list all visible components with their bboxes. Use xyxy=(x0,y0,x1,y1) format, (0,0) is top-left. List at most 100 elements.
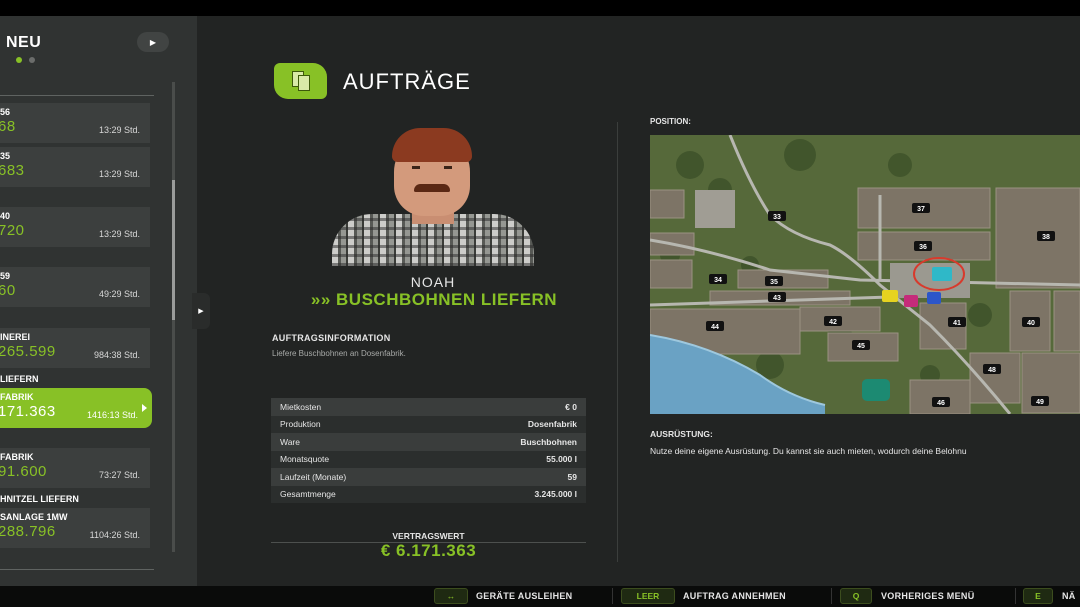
contract-list-item[interactable]: 59 60 49:29 Std. xyxy=(0,267,150,307)
play-icon: ▶ xyxy=(198,308,204,315)
key-hint-borrow[interactable]: ↔ xyxy=(434,588,468,604)
contract-list-item[interactable]: FABRIK 91.600 73:27 Std. xyxy=(0,448,150,488)
contract-item-value: 720 xyxy=(0,222,25,239)
sidebar-title: NEU xyxy=(6,34,42,51)
position-label: POSITION: xyxy=(650,117,691,126)
contract-list-item-selected[interactable]: FABRIK 171.363 1416:13 Std. xyxy=(0,388,152,428)
page-dot[interactable] xyxy=(29,57,35,63)
divider xyxy=(831,588,832,604)
field-label: 38 xyxy=(1037,231,1055,241)
divider xyxy=(612,588,613,604)
field-label: 40 xyxy=(1022,317,1040,327)
equipment-label: AUSRÜSTUNG: xyxy=(650,429,713,439)
svg-text:38: 38 xyxy=(1042,234,1050,241)
page-dot-active[interactable] xyxy=(16,57,22,63)
svg-text:49: 49 xyxy=(1036,399,1044,406)
field-label: 44 xyxy=(706,321,724,331)
list-section-heading: HNITZEL LIEFERN xyxy=(0,494,79,504)
contract-list-item[interactable]: 56 68 13:29 Std. xyxy=(0,103,150,143)
svg-text:42: 42 xyxy=(829,319,837,326)
svg-text:35: 35 xyxy=(770,279,778,286)
contract-item-label: SANLAGE 1MW xyxy=(0,512,68,522)
table-row: Mietkosten € 0 xyxy=(271,398,586,416)
key-hint-accept[interactable]: LEER xyxy=(621,588,675,604)
contracts-icon xyxy=(274,63,327,99)
contract-item-label: 40 xyxy=(0,211,11,221)
contract-item-value: 60 xyxy=(0,282,16,299)
contract-item-value: 91.600 xyxy=(0,463,47,480)
contract-item-time: 13:29 Std. xyxy=(98,125,140,135)
field-label: 43 xyxy=(768,292,786,302)
contract-list-item[interactable]: INEREI 265.599 984:38 Std. xyxy=(0,328,150,368)
contract-item-label: 35 xyxy=(0,151,11,161)
equipment-description: Nutze deine eigene Ausrüstung. Du kannst… xyxy=(650,446,967,456)
collapse-sidebar-button[interactable]: ▶ xyxy=(192,293,210,329)
contract-item-value: 683 xyxy=(0,162,25,179)
contract-item-label: INEREI xyxy=(0,332,31,342)
svg-text:37: 37 xyxy=(917,206,925,213)
contract-item-value: 288.796 xyxy=(0,523,56,540)
contract-item-label: 59 xyxy=(0,271,11,281)
svg-text:41: 41 xyxy=(953,320,961,327)
contract-title: »» BUSCHBOHNEN LIEFERN xyxy=(310,290,558,309)
svg-text:46: 46 xyxy=(937,400,945,407)
svg-text:40: 40 xyxy=(1027,320,1035,327)
field-label: 49 xyxy=(1031,396,1049,406)
contract-item-label: FABRIK xyxy=(0,392,34,402)
sidebar-scroll-thumb[interactable] xyxy=(172,180,175,320)
list-section-heading: LIEFERN xyxy=(0,374,39,384)
field-label: 46 xyxy=(932,397,950,407)
contract-list-item[interactable]: 40 720 13:29 Std. xyxy=(0,207,150,247)
key-hint-next[interactable]: E xyxy=(1023,588,1053,604)
character-name: NOAH xyxy=(410,274,456,290)
page-title: AUFTRÄGE xyxy=(343,69,471,94)
accept-contract-button[interactable]: AUFTRAG ANNEHMEN xyxy=(683,591,786,601)
field-label: 35 xyxy=(765,276,783,286)
svg-text:33: 33 xyxy=(773,214,781,221)
field-label: 48 xyxy=(983,364,1001,374)
contract-item-time: 984:38 Std. xyxy=(93,350,140,360)
contract-info-heading: AUFTRAGSINFORMATION xyxy=(272,333,391,343)
field-label: 34 xyxy=(709,274,727,284)
character-portrait xyxy=(332,128,534,266)
field-label: 36 xyxy=(914,241,932,251)
table-row: Laufzeit (Monate) 59 xyxy=(271,468,586,486)
svg-text:48: 48 xyxy=(988,367,996,374)
sidebar-divider xyxy=(0,569,154,570)
next-menu-button[interactable]: NÄ xyxy=(1062,591,1076,601)
table-row: Gesamtmenge 3.245.000 l xyxy=(271,485,586,503)
field-label: 41 xyxy=(948,317,966,327)
table-row: Monatsquote 55.000 l xyxy=(271,450,586,468)
field-label: 42 xyxy=(824,316,842,326)
top-bar xyxy=(0,0,1080,16)
next-page-button[interactable]: ▶ xyxy=(137,32,169,52)
contract-item-time: 1104:26 Std. xyxy=(89,530,140,540)
contract-item-time: 13:29 Std. xyxy=(98,229,140,239)
key-hint-previous[interactable]: Q xyxy=(840,588,872,604)
divider xyxy=(1015,588,1016,604)
contract-list-item[interactable]: SANLAGE 1MW 288.796 1104:26 Std. xyxy=(0,508,150,548)
svg-text:45: 45 xyxy=(857,343,865,350)
sidebar-divider xyxy=(0,95,154,96)
contract-item-time: 1416:13 Std. xyxy=(86,410,138,420)
play-icon: ▶ xyxy=(149,37,157,47)
field-label: 45 xyxy=(852,340,870,350)
contract-item-label: 56 xyxy=(0,107,11,117)
contract-item-label: FABRIK xyxy=(0,452,34,462)
map-graphic: 33 34 35 36 37 38 40 41 42 43 44 45 46 4… xyxy=(650,135,1080,414)
contract-item-value: 265.599 xyxy=(0,343,56,360)
contract-item-time: 73:27 Std. xyxy=(98,470,140,480)
contract-item-time: 49:29 Std. xyxy=(98,289,140,299)
contract-list-item[interactable]: 35 683 13:29 Std. xyxy=(0,147,150,187)
contract-item-value: 68 xyxy=(0,118,16,135)
contract-details-table: Mietkosten € 0 Produktion Dosenfabrik Ware… xyxy=(271,398,586,503)
field-label: 37 xyxy=(912,203,930,213)
previous-menu-button[interactable]: VORHERIGES MENÜ xyxy=(881,591,975,601)
contract-value: € 6.171.363 xyxy=(380,541,477,560)
table-row: Produktion Dosenfabrik xyxy=(271,415,586,433)
contract-value-label: VERTRAGSWERT xyxy=(392,531,465,541)
borrow-equipment-button[interactable]: GERÄTE AUSLEIHEN xyxy=(476,591,572,601)
position-map[interactable]: 33 34 35 36 37 38 40 41 42 43 44 45 46 4… xyxy=(650,135,1080,414)
page-indicator xyxy=(16,57,35,63)
contract-item-time: 13:29 Std. xyxy=(98,169,140,179)
